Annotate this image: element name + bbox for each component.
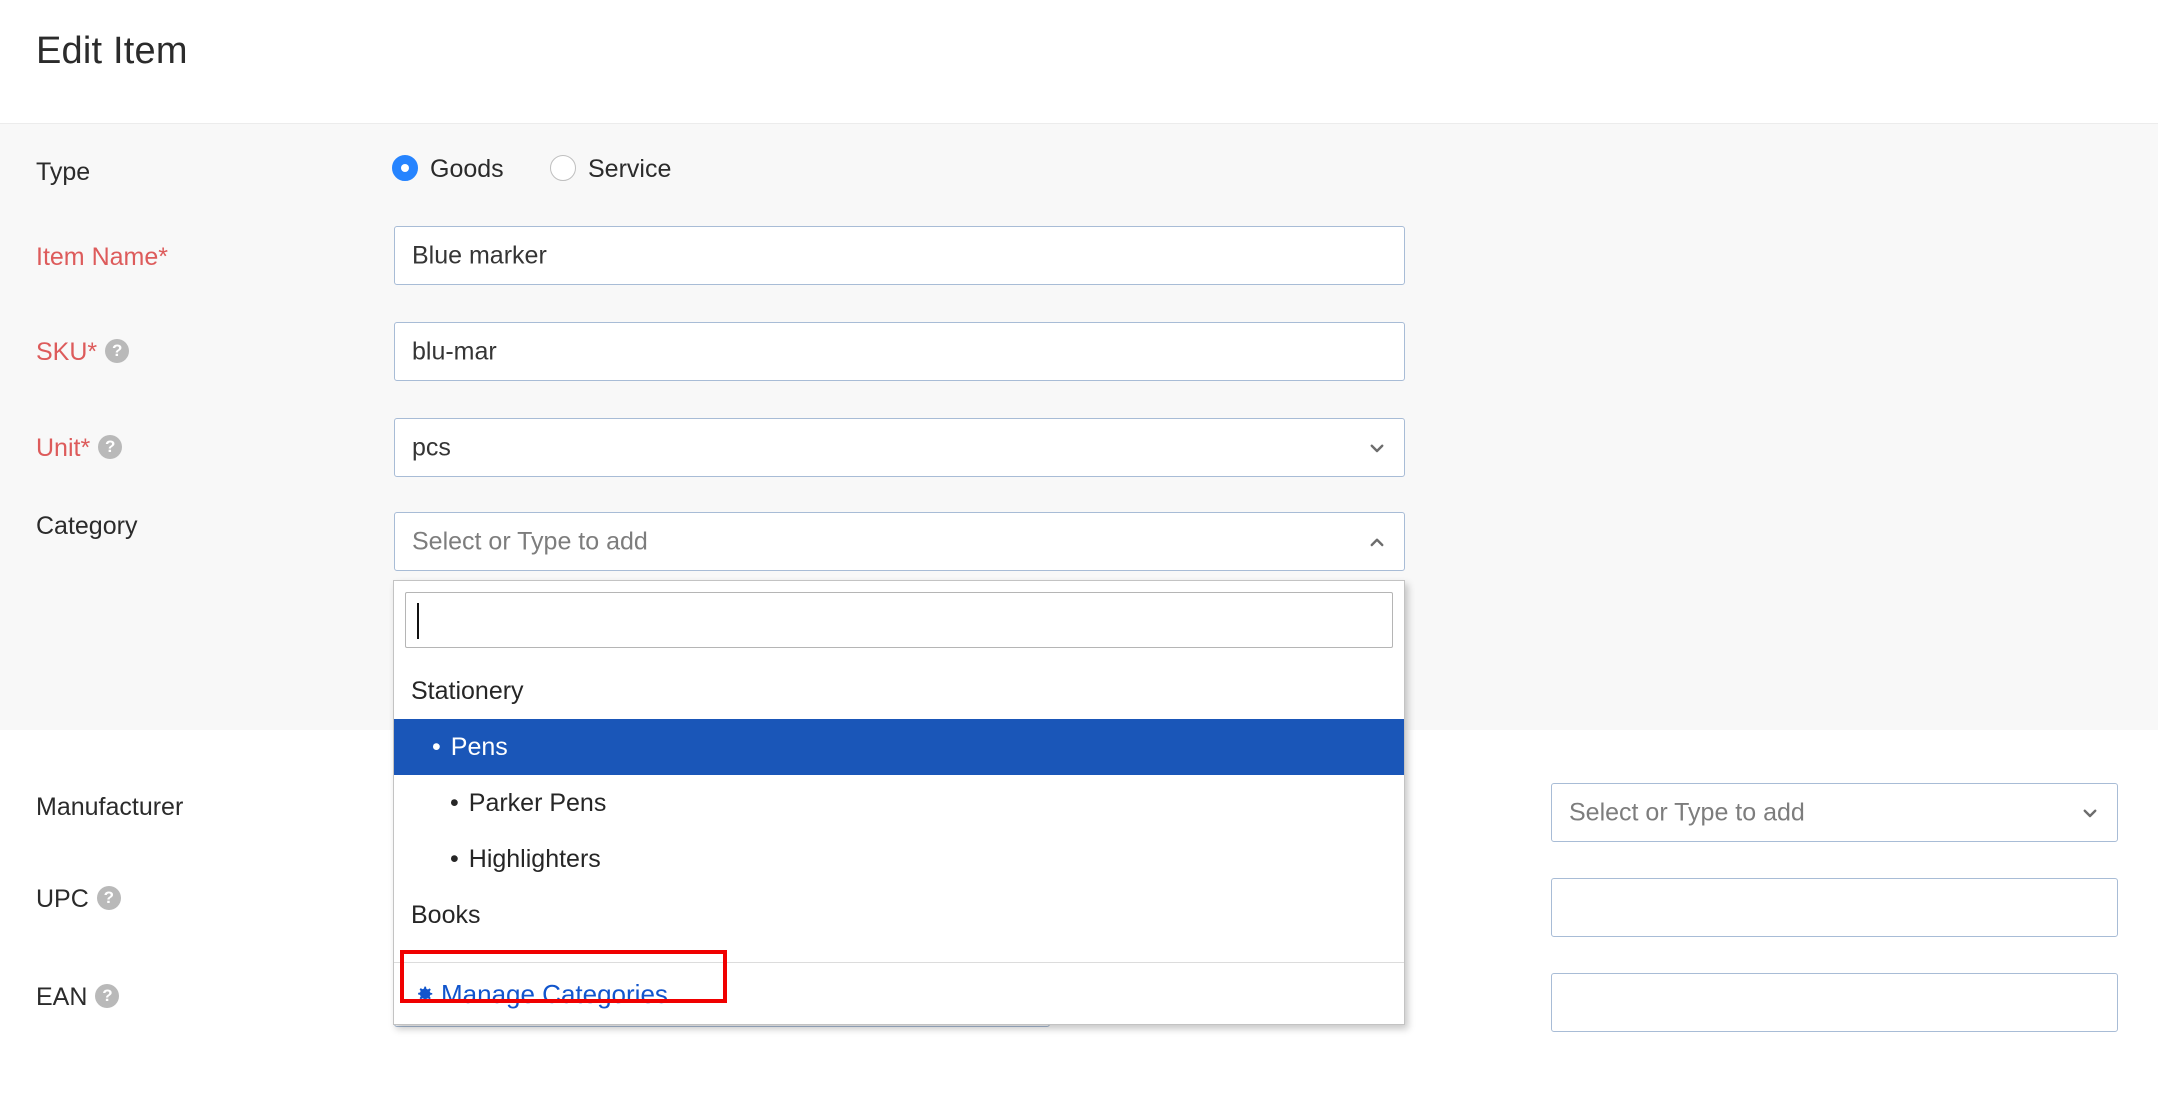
page-header: Edit Item [0, 0, 2158, 124]
sku-input[interactable]: blu-mar [394, 322, 1405, 381]
unit-value: pcs [412, 433, 451, 461]
dropdown-option-label: Parker Pens [468, 789, 607, 817]
sku-label-text: SKU* [36, 338, 98, 366]
radio-goods-label: Goods [430, 155, 504, 183]
chevron-up-icon[interactable] [1368, 533, 1386, 551]
ean-help-icon[interactable]: ? [95, 984, 120, 1009]
manage-categories-label: Manage Categories [441, 979, 668, 1009]
upc-input[interactable] [1551, 878, 2118, 937]
unit-label-text: Unit* [36, 434, 91, 462]
dropdown-option-pens[interactable]: • Pens [394, 719, 1404, 775]
type-label: Type [36, 158, 91, 186]
category-dropdown-panel: Stationery • Pens • Parker Pens • Highlight… [393, 580, 1405, 1025]
sku-value: blu-mar [412, 337, 497, 365]
upc-label-text: UPC [36, 885, 89, 913]
upc-label: UPC? [36, 885, 121, 914]
dropdown-option-highlighters[interactable]: • Highlighters [394, 831, 1404, 887]
radio-service-dot[interactable] [550, 154, 576, 181]
upc-help-icon[interactable]: ? [96, 886, 121, 911]
category-dropdown-footer: Manage Categories [394, 962, 1404, 1024]
dropdown-option-label: Pens [450, 733, 508, 761]
radio-goods-dot[interactable] [392, 154, 418, 181]
chevron-down-icon[interactable] [1368, 439, 1386, 457]
manage-categories-link[interactable]: Manage Categories [405, 968, 676, 1020]
type-radio-group[interactable]: Goods Service [392, 154, 952, 189]
category-select[interactable]: Select or Type to add [394, 512, 1405, 571]
bullet-icon: • [450, 845, 459, 873]
manufacturer-select[interactable]: Select or Type to add [1551, 783, 2118, 842]
gear-icon [413, 983, 435, 1005]
dropdown-option-label: Highlighters [468, 845, 601, 873]
item-name-label: Item Name* [36, 243, 168, 271]
category-search-input[interactable] [405, 592, 1393, 648]
sku-label: SKU*? [36, 338, 130, 367]
page-title: Edit Item [36, 30, 188, 72]
dropdown-group-label: Stationery [411, 677, 524, 705]
radio-service[interactable]: Service [550, 154, 672, 189]
dropdown-option-parker-pens[interactable]: • Parker Pens [394, 775, 1404, 831]
text-cursor [417, 603, 419, 639]
item-name-value: Blue marker [412, 241, 547, 269]
category-option-list: Stationery • Pens • Parker Pens • Highlight… [394, 663, 1404, 943]
dropdown-group-stationery[interactable]: Stationery [394, 663, 1404, 719]
bullet-icon: • [432, 733, 441, 761]
sku-help-icon[interactable]: ? [105, 339, 130, 364]
item-name-input[interactable]: Blue marker [394, 226, 1405, 285]
ean-label: EAN? [36, 983, 120, 1012]
radio-goods[interactable]: Goods [392, 154, 504, 189]
unit-select[interactable]: pcs [394, 418, 1405, 477]
category-label: Category [36, 512, 138, 540]
dropdown-group-books[interactable]: Books [394, 887, 1404, 943]
manufacturer-placeholder: Select or Type to add [1569, 798, 1805, 826]
ean-input[interactable] [1551, 973, 2118, 1032]
chevron-down-icon[interactable] [2081, 804, 2099, 822]
edit-item-page: Edit Item Type Goods Service Item Name* … [0, 0, 2158, 1108]
unit-help-icon[interactable]: ? [98, 435, 123, 460]
bullet-icon: • [450, 789, 459, 817]
dropdown-group-label: Books [411, 901, 481, 929]
manufacturer-label: Manufacturer [36, 793, 184, 821]
ean-label-text: EAN [36, 983, 88, 1011]
unit-label: Unit*? [36, 434, 123, 463]
radio-service-label: Service [588, 155, 672, 183]
category-placeholder: Select or Type to add [412, 527, 648, 555]
